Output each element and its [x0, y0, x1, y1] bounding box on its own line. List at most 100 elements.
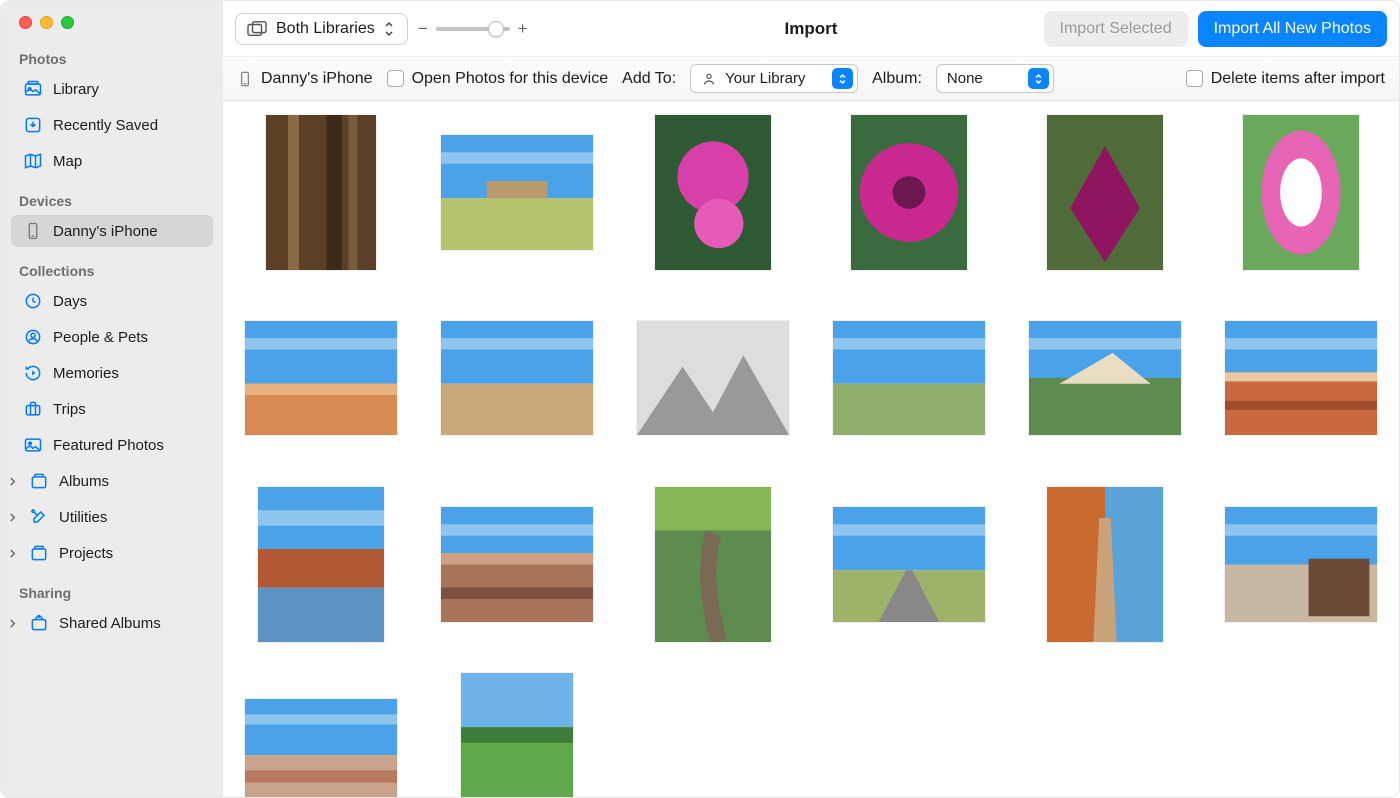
download-box-icon — [23, 115, 43, 135]
sidebar-item-label: Trips — [53, 401, 86, 418]
app-window: Photos Library Recently Saved Map Device… — [0, 0, 1400, 798]
thumbnail-zion-cliff[interactable] — [1027, 297, 1183, 459]
up-down-chevron-icon — [383, 20, 397, 38]
photo-icon — [23, 435, 43, 455]
add-to-label: Add To: — [622, 70, 676, 88]
chevron-right-icon — [7, 477, 17, 486]
sidebar-item-featured-photos[interactable]: Featured Photos — [11, 429, 213, 461]
sidebar-item-utilities[interactable]: Utilities — [17, 501, 213, 533]
sidebar-item-label: Library — [53, 81, 99, 98]
thumbnail-slot-canyon-road[interactable] — [1027, 483, 1183, 645]
device-name-label: Danny's iPhone — [261, 70, 373, 88]
toolbar: Both Libraries − + Import Import Selecte… — [223, 1, 1399, 57]
thumbnail-pink-orchids[interactable] — [635, 111, 791, 273]
page-title: Import — [785, 19, 838, 39]
sidebar-item-label: Albums — [59, 473, 109, 490]
thumbnail-straight-highway[interactable] — [831, 483, 987, 645]
library-selector[interactable]: Both Libraries — [235, 13, 408, 45]
sidebar-item-projects-row[interactable]: Projects — [1, 537, 223, 569]
checkbox-icon[interactable] — [387, 70, 404, 87]
map-icon — [23, 151, 43, 171]
sidebar-item-utilities-row[interactable]: Utilities — [1, 501, 223, 533]
phone-icon — [23, 221, 43, 241]
delete-after-import-checkbox[interactable]: Delete items after import — [1186, 70, 1385, 88]
sidebar-section-devices: Devices — [1, 179, 223, 213]
sidebar-item-memories[interactable]: Memories — [11, 357, 213, 389]
sidebar-item-projects[interactable]: Projects — [17, 537, 213, 569]
slider-track[interactable] — [436, 27, 510, 31]
device-indicator: Danny's iPhone — [237, 69, 373, 89]
album-select[interactable]: None — [936, 64, 1054, 93]
import-options-bar: Danny's iPhone Open Photos for this devi… — [223, 57, 1399, 101]
sidebar-item-label: Danny's iPhone — [53, 223, 158, 240]
sidebar: Photos Library Recently Saved Map Device… — [1, 1, 223, 797]
sidebar-item-label: Utilities — [59, 509, 107, 526]
minus-icon[interactable]: − — [418, 19, 428, 39]
tools-icon — [29, 507, 49, 527]
sidebar-section-sharing: Sharing — [1, 571, 223, 605]
libraries-icon — [246, 20, 268, 38]
sidebar-item-albums-row[interactable]: Albums — [1, 465, 223, 497]
chevron-right-icon — [7, 619, 17, 628]
sidebar-item-label: Memories — [53, 365, 119, 382]
memories-icon — [23, 363, 43, 383]
thumbnail-magenta-flower-closeup[interactable] — [831, 111, 987, 273]
shared-album-icon — [29, 613, 49, 633]
sidebar-item-days[interactable]: Days — [11, 285, 213, 317]
sidebar-item-shared-albums-row[interactable]: Shared Albums — [1, 607, 223, 639]
zoom-slider[interactable]: − + — [418, 19, 528, 39]
sidebar-item-label: Recently Saved — [53, 117, 158, 134]
zoom-window-button[interactable] — [61, 16, 74, 29]
thumbnail-red-rock-lake[interactable] — [243, 483, 399, 645]
import-selected-button[interactable]: Import Selected — [1044, 11, 1188, 47]
thumbnail-painted-desert[interactable] — [243, 669, 399, 797]
close-window-button[interactable] — [19, 16, 32, 29]
thumbnail-dark-tulip[interactable] — [1027, 111, 1183, 273]
library-icon — [23, 79, 43, 99]
clock-icon — [23, 291, 43, 311]
sidebar-item-albums[interactable]: Albums — [17, 465, 213, 497]
sidebar-item-shared-albums[interactable]: Shared Albums — [17, 607, 213, 639]
thumbnail-petrified-wood[interactable] — [1223, 483, 1379, 645]
sidebar-item-trips[interactable]: Trips — [11, 393, 213, 425]
sidebar-item-label: Featured Photos — [53, 437, 164, 454]
sidebar-item-library[interactable]: Library — [11, 73, 213, 105]
projects-icon — [29, 543, 49, 563]
sidebar-item-people-pets[interactable]: People & Pets — [11, 321, 213, 353]
people-icon — [23, 327, 43, 347]
checkbox-icon[interactable] — [1186, 70, 1203, 87]
chevron-right-icon — [7, 549, 17, 558]
import-all-button[interactable]: Import All New Photos — [1198, 11, 1387, 47]
chevron-right-icon — [7, 513, 17, 522]
thumbnail-badlands-bw[interactable] — [635, 297, 791, 459]
thumbnail-grid[interactable] — [223, 101, 1399, 797]
plus-icon[interactable]: + — [518, 19, 528, 39]
thumbnail-grand-canyon[interactable] — [439, 483, 595, 645]
delete-after-label: Delete items after import — [1211, 70, 1385, 88]
sidebar-item-device[interactable]: Danny's iPhone — [11, 215, 213, 247]
thumbnail-grass-mesa[interactable] — [439, 111, 595, 273]
sidebar-item-label: People & Pets — [53, 329, 148, 346]
minimize-window-button[interactable] — [40, 16, 53, 29]
thumbnail-green-plain-horizon[interactable] — [831, 297, 987, 459]
thumbnail-creek-autumn[interactable] — [635, 483, 791, 645]
sidebar-item-map[interactable]: Map — [11, 145, 213, 177]
sidebar-section-photos: Photos — [1, 37, 223, 71]
thumbnail-bark-texture[interactable] — [243, 111, 399, 273]
sidebar-item-recently-saved[interactable]: Recently Saved — [11, 109, 213, 141]
library-selector-label: Both Libraries — [276, 20, 375, 38]
thumbnail-blue-sky-plain[interactable] — [439, 297, 595, 459]
slider-knob[interactable] — [488, 21, 504, 37]
sidebar-item-label: Days — [53, 293, 87, 310]
thumbnail-bryce-hoodoos[interactable] — [243, 297, 399, 459]
open-photos-checkbox[interactable]: Open Photos for this device — [387, 70, 609, 88]
thumbnail-red-rock-strata[interactable] — [1223, 297, 1379, 459]
sidebar-item-label: Projects — [59, 545, 113, 562]
up-down-chevron-icon — [832, 68, 853, 89]
sidebar-item-label: Shared Albums — [59, 615, 161, 632]
thumbnail-pink-bud-bee[interactable] — [1223, 111, 1379, 273]
thumbnail-green-meadow-tall[interactable] — [439, 669, 595, 797]
add-to-value: Your Library — [725, 70, 824, 87]
sidebar-item-label: Map — [53, 153, 82, 170]
add-to-select[interactable]: Your Library — [690, 64, 858, 93]
